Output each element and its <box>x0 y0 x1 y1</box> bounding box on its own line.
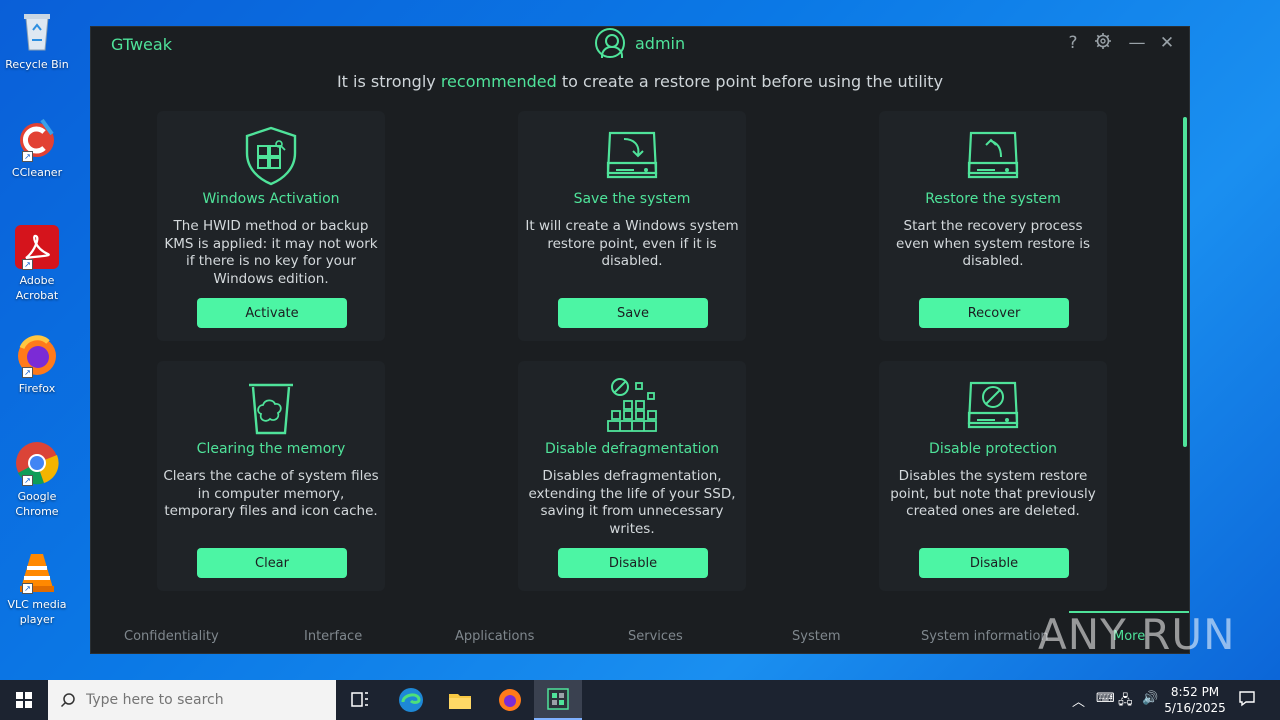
card-description: Clears the cache of system files in comp… <box>163 468 379 519</box>
activate-button[interactable]: Activate <box>197 298 347 328</box>
shield-windows-icon <box>243 125 299 187</box>
user-avatar-icon <box>595 28 625 58</box>
anyrun-watermark: ANY RUN <box>1038 610 1236 659</box>
disable-defrag-button[interactable]: Disable <box>558 548 708 578</box>
card-title: Save the system <box>573 191 691 207</box>
card-description: Disables the system restore point, but n… <box>890 468 1096 519</box>
recycle-bin-icon <box>14 8 60 54</box>
drive-restore-icon <box>965 125 1021 187</box>
device-icon[interactable]: ⌨ <box>1096 691 1115 706</box>
firefox-taskbar-icon[interactable] <box>496 686 524 714</box>
desktop-icon-label: CCleaner <box>11 166 63 179</box>
vlc-icon: ↗ <box>14 548 60 594</box>
help-icon[interactable]: ? <box>1063 33 1083 53</box>
start-button[interactable] <box>0 680 48 720</box>
card-title: Windows Activation <box>202 191 340 207</box>
chrome-icon: ↗ <box>14 440 60 486</box>
volume-icon[interactable]: 🔊 <box>1142 691 1158 706</box>
card-disable-defragmentation: Disable defragmentation Disables defragm… <box>518 361 746 591</box>
card-clearing-memory: Clearing the memory Clears the cache of … <box>157 361 385 591</box>
taskbar-search[interactable] <box>48 680 336 720</box>
restore-warning-banner: It is strongly recommended to create a r… <box>91 72 1189 91</box>
titlebar: GTweak admin ? — ✕ <box>91 27 1189 61</box>
nav-system[interactable]: System <box>792 629 840 644</box>
notifications-icon[interactable] <box>1238 689 1256 711</box>
desktop-icon-label: Recycle Bin <box>5 58 69 71</box>
desktop-icon-label: Google Chrome <box>15 490 59 518</box>
recover-button[interactable]: Recover <box>919 298 1069 328</box>
gtweak-app-icon <box>547 688 569 710</box>
desktop-icon-google-chrome[interactable]: ↗ Google Chrome <box>4 440 70 519</box>
blocks-disable-icon <box>604 375 660 437</box>
bottom-nav: Confidentiality Interface Applications S… <box>91 611 1189 653</box>
save-button[interactable]: Save <box>558 298 708 328</box>
windows-logo-icon <box>16 692 32 708</box>
scrollbar[interactable] <box>1183 117 1187 447</box>
close-icon[interactable]: ✕ <box>1157 33 1177 53</box>
card-title: Disable protection <box>929 441 1057 457</box>
clear-button[interactable]: Clear <box>197 548 347 578</box>
card-title: Restore the system <box>925 191 1061 207</box>
file-explorer-icon[interactable] <box>446 686 474 714</box>
card-save-system: Save the system It will create a Windows… <box>518 111 746 341</box>
card-title: Disable defragmentation <box>544 441 720 457</box>
card-description: Start the recovery process even when sys… <box>895 218 1091 269</box>
card-title: Clearing the memory <box>196 441 346 457</box>
app-title: GTweak <box>111 35 172 54</box>
taskbar-clock[interactable]: 8:52 PM 5/16/2025 <box>1160 684 1230 716</box>
task-view-icon[interactable] <box>346 686 374 714</box>
clock-time: 8:52 PM <box>1170 685 1220 699</box>
banner-text: to create a restore point before using t… <box>556 72 944 91</box>
search-input[interactable] <box>86 692 326 708</box>
card-description: The HWID method or backup KMS is applied… <box>164 218 378 287</box>
nav-services[interactable]: Services <box>628 629 683 644</box>
trash-icon <box>243 375 299 437</box>
drive-disable-icon <box>965 375 1021 437</box>
desktop-icon-recycle-bin[interactable]: Recycle Bin <box>4 8 70 72</box>
minimize-icon[interactable]: — <box>1127 33 1147 53</box>
banner-text: It is strongly <box>336 72 441 91</box>
clock-date: 5/16/2025 <box>1164 701 1226 715</box>
chevron-up-icon[interactable]: ︿ <box>1072 691 1085 710</box>
desktop-icon-vlc[interactable]: ↗ VLC media player <box>4 548 70 627</box>
gtweak-taskbar-button[interactable] <box>534 680 582 720</box>
desktop-icon-ccleaner[interactable]: ↗ CCleaner <box>4 116 70 180</box>
nav-interface[interactable]: Interface <box>304 629 362 644</box>
acrobat-icon: ↗ <box>14 224 60 270</box>
taskbar: ︿ ⌨ 🖧 🔊 8:52 PM 5/16/2025 <box>0 680 1280 720</box>
search-icon <box>60 693 75 708</box>
card-disable-protection: Disable protection Disables the system r… <box>879 361 1107 591</box>
user-badge: admin <box>595 28 685 58</box>
card-windows-activation: Windows Activation The HWID method or ba… <box>157 111 385 341</box>
desktop-icon-label: Adobe Acrobat <box>15 274 59 302</box>
user-name: admin <box>635 33 686 53</box>
ccleaner-icon: ↗ <box>14 116 60 162</box>
card-description: It will create a Windows system restore … <box>525 218 739 269</box>
card-restore-system: Restore the system Start the recovery pr… <box>879 111 1107 341</box>
desktop-icon-label: Firefox <box>18 382 56 395</box>
desktop-icon-firefox[interactable]: ↗ Firefox <box>4 332 70 396</box>
nav-system-information[interactable]: System information <box>921 629 1049 644</box>
disable-protection-button[interactable]: Disable <box>919 548 1069 578</box>
network-icon[interactable]: 🖧 <box>1118 691 1133 713</box>
desktop-icon-adobe-acrobat[interactable]: ↗ Adobe Acrobat <box>4 224 70 303</box>
banner-highlight: recommended <box>440 72 557 91</box>
card-description: Disables defragmentation, extending the … <box>528 468 736 537</box>
firefox-icon: ↗ <box>14 332 60 378</box>
nav-confidentiality[interactable]: Confidentiality <box>124 629 219 644</box>
edge-icon[interactable] <box>397 686 425 714</box>
desktop-icon-label: VLC media player <box>7 598 67 626</box>
gear-icon[interactable] <box>1093 32 1113 55</box>
gtweak-window: GTweak admin ? — ✕ It is strongly recomm… <box>90 26 1190 654</box>
nav-applications[interactable]: Applications <box>455 629 534 644</box>
drive-save-icon <box>604 125 660 187</box>
